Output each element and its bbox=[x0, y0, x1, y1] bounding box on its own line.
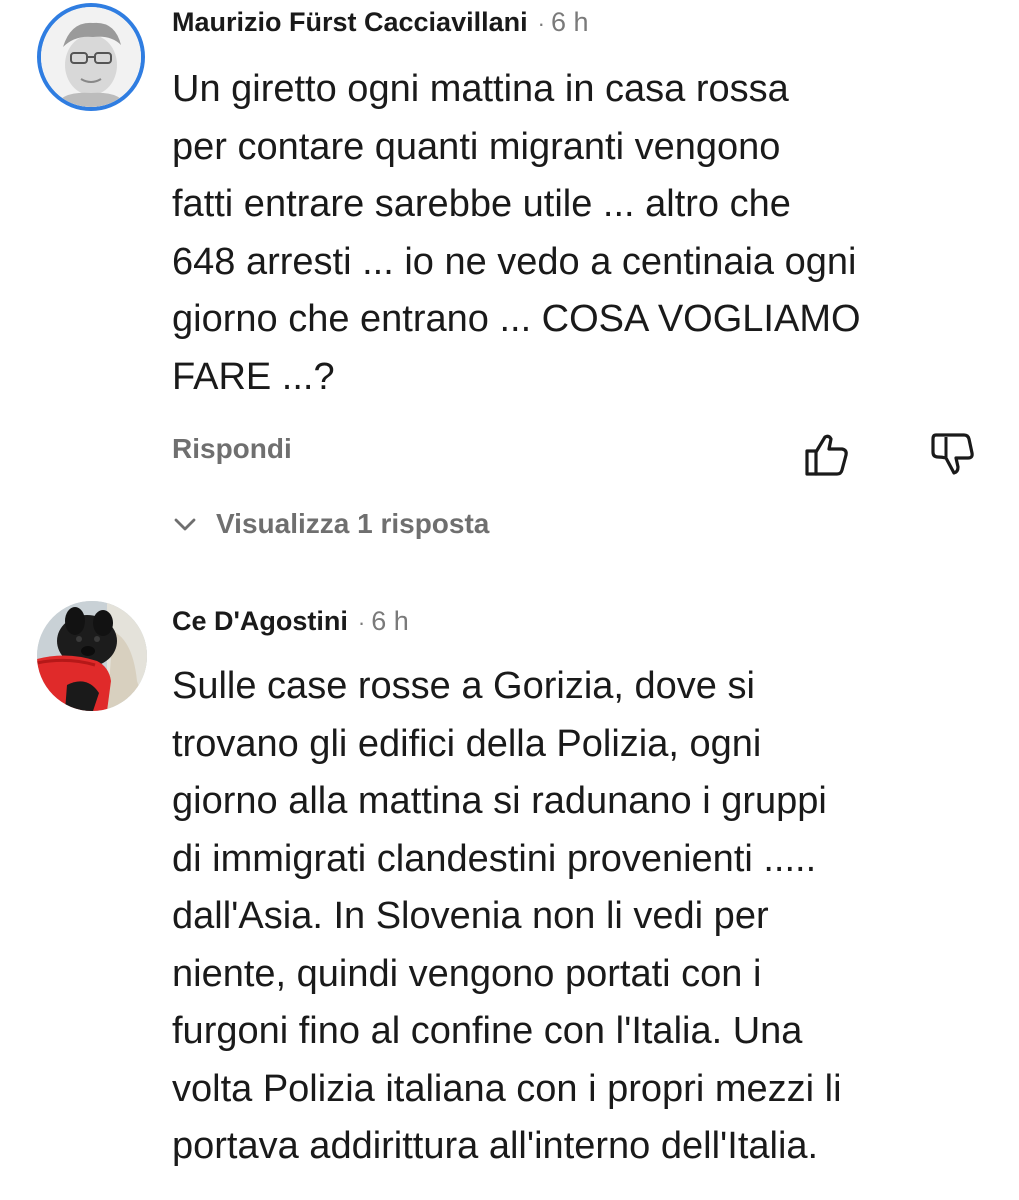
view-replies-label: Visualizza 1 risposta bbox=[216, 508, 490, 539]
reply-button[interactable]: Rispondi bbox=[172, 431, 292, 467]
comment-body: Sulle case rosse a Gorizia, dove si trov… bbox=[172, 658, 1002, 1176]
comment-body: Un giretto ogni mattina in casa rossa pe… bbox=[172, 61, 1002, 406]
timestamp[interactable]: 6 h bbox=[371, 606, 409, 636]
avatar-photo bbox=[41, 7, 141, 107]
comment-line: Un giretto ogni mattina in casa rossa bbox=[172, 68, 789, 110]
author-avatar[interactable] bbox=[37, 3, 145, 111]
author-avatar[interactable] bbox=[37, 601, 147, 711]
comment-line: volta Polizia italiana con i propri mezz… bbox=[172, 1067, 842, 1110]
author-line: Ce D'Agostini · 6 h bbox=[172, 604, 409, 640]
separator-dot: · bbox=[537, 11, 545, 36]
comment-line: furgoni fino al confine con l'Italia. Un… bbox=[172, 1010, 803, 1052]
thumbs-down-icon[interactable] bbox=[928, 429, 976, 477]
comment-line: giorno alla mattina si radunano i gruppi bbox=[172, 780, 827, 822]
author-name[interactable]: Ce D'Agostini bbox=[172, 606, 348, 636]
comment-line: niente, quindi vengono portati con i bbox=[172, 952, 762, 995]
avatar-photo bbox=[37, 601, 147, 711]
comment-line: 648 arresti ... io ne vedo a centinaia o… bbox=[172, 240, 857, 283]
comment-line: fatti entrare sarebbe utile ... altro ch… bbox=[172, 183, 791, 225]
separator-dot: · bbox=[357, 610, 366, 635]
thumbs-up-icon[interactable] bbox=[803, 431, 851, 479]
comment-line: Sulle case rosse a Gorizia, dove si bbox=[172, 665, 755, 707]
chevron-down-icon bbox=[174, 518, 196, 531]
timestamp[interactable]: 6 h bbox=[551, 7, 589, 37]
comment-line: FARE ...? bbox=[172, 355, 335, 398]
comment-line: trovano gli edifici della Polizia, ogni bbox=[172, 722, 762, 765]
view-replies-button[interactable]: Visualizza 1 risposta bbox=[172, 504, 489, 544]
comment-line: dall'Asia. In Slovenia non li vedi per bbox=[172, 895, 769, 937]
author-name[interactable]: Maurizio Fürst Cacciavillani bbox=[172, 7, 528, 37]
comment-line: di immigrati clandestini provenienti ...… bbox=[172, 837, 817, 880]
author-line: Maurizio Fürst Cacciavillani · 6 h bbox=[172, 5, 588, 41]
comment-line: portava addirittura all'interno dell'Ita… bbox=[172, 1125, 819, 1167]
comment-line: giorno che entrano ... COSA VOGLIAMO bbox=[172, 298, 861, 340]
comment-line: per contare quanti migranti vengono bbox=[172, 125, 781, 168]
